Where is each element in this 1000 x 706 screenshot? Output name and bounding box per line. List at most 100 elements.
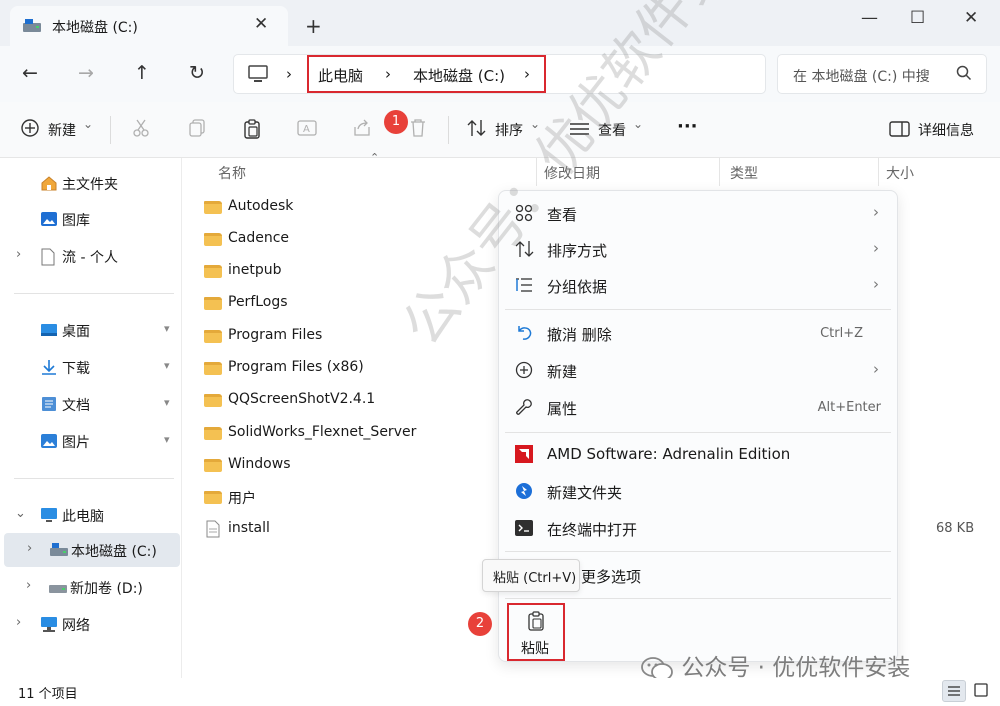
sidebar-item-gallery[interactable]: 图库 (0, 202, 182, 236)
cut-icon[interactable] (131, 118, 151, 142)
menu-item-view[interactable]: 查看 › (499, 196, 899, 232)
menu-item-amd-software[interactable]: AMD Software: Adrenalin Edition (499, 437, 899, 473)
sidebar-item-network[interactable]: › 网络 (0, 607, 182, 641)
column-header-type[interactable]: 类型 (730, 163, 758, 183)
sidebar-item-label: 图片 (62, 435, 90, 451)
sidebar-item-downloads[interactable]: 下载 ▾ (0, 350, 182, 384)
sidebar-item-new-volume-d[interactable]: › 新加卷 (D:) (0, 570, 182, 604)
copy-icon[interactable] (187, 118, 207, 142)
refresh-button[interactable]: ↻ (189, 62, 205, 84)
chevron-right-icon[interactable]: › (26, 578, 31, 593)
file-row[interactable]: Program Files (x86) (202, 353, 502, 383)
file-row[interactable]: Cadence (202, 224, 502, 254)
file-row[interactable]: 用户 (202, 482, 502, 512)
details-button[interactable]: 详细信息 (918, 120, 974, 140)
sidebar-item-documents[interactable]: 文档 ▾ (0, 387, 182, 421)
sidebar-item-pictures[interactable]: 图片 ▾ (0, 424, 182, 458)
sidebar-item-desktop[interactable]: 桌面 ▾ (0, 313, 182, 347)
sidebar-item-label: 本地磁盘 (C:) (71, 544, 157, 560)
column-header-name[interactable]: 名称 (218, 163, 246, 183)
title-bar: 本地磁盘 (C:) ✕ + — ☐ ✕ (0, 0, 1000, 46)
maximize-button[interactable]: ☐ (910, 8, 925, 28)
menu-item-new-folder[interactable]: 新建文件夹 (499, 474, 899, 510)
tab-local-disk[interactable]: 本地磁盘 (C:) ✕ (10, 6, 288, 46)
up-button[interactable]: ↑ (134, 62, 150, 84)
network-icon (40, 616, 58, 636)
sidebar-item-label: 主文件夹 (62, 177, 118, 193)
file-row[interactable]: Autodesk (202, 192, 502, 222)
file-name: Program Files (x86) (228, 359, 364, 375)
wechat-watermark: 公众号 · 优优软件安装 (640, 648, 910, 682)
new-tab-button[interactable]: + (305, 14, 322, 38)
folder-icon (204, 491, 222, 504)
new-button[interactable]: 新建 (48, 120, 76, 140)
search-input[interactable]: 在 本地磁盘 (C:) 中搜 (793, 66, 943, 86)
menu-item-undo[interactable]: 撤消 删除 Ctrl+Z (499, 316, 899, 352)
delete-icon[interactable] (408, 118, 428, 142)
tiles-view-button[interactable] (970, 680, 994, 702)
file-row[interactable]: QQScreenShotV2.4.1 (202, 385, 502, 415)
search-box[interactable]: 在 本地磁盘 (C:) 中搜 (777, 54, 987, 94)
pin-icon[interactable]: ▾ (164, 359, 170, 372)
sidebar-item-stream[interactable]: › 流 - 个人 (0, 239, 182, 273)
file-name: Program Files (228, 327, 323, 343)
menu-item-open-terminal[interactable]: 在终端中打开 (499, 511, 899, 547)
menu-item-sort[interactable]: 排序方式 › (499, 232, 899, 268)
file-row[interactable]: Windows (202, 450, 502, 480)
paste-button[interactable]: 粘贴 (507, 603, 565, 661)
file-row[interactable]: install (202, 514, 502, 544)
file-name: 用户 (228, 491, 256, 507)
close-window-button[interactable]: ✕ (964, 8, 978, 28)
pin-icon[interactable]: ▾ (164, 433, 170, 446)
menu-item-properties[interactable]: 属性 Alt+Enter (499, 390, 899, 426)
rename-icon[interactable]: A (297, 118, 319, 142)
menu-item-label: 分组依据 (547, 278, 608, 296)
chevron-right-icon[interactable]: › (16, 615, 21, 630)
details-pane-icon (889, 121, 911, 141)
chevron-right-icon[interactable]: › (16, 247, 21, 262)
paste-icon[interactable] (242, 118, 262, 144)
chevron-down-icon: ⌄ (530, 117, 541, 131)
menu-item-new[interactable]: 新建 › (499, 353, 899, 389)
file-row[interactable]: Program Files (202, 321, 502, 351)
sidebar-item-local-disk-c[interactable]: › 本地磁盘 (C:) (4, 533, 180, 567)
menu-item-label: 属性 (547, 400, 578, 418)
tab-close-icon[interactable]: ✕ (254, 14, 268, 34)
sidebar-item-label: 此电脑 (62, 509, 104, 525)
column-header-size[interactable]: 大小 (886, 163, 914, 183)
paste-icon (527, 611, 545, 635)
minimize-button[interactable]: — (861, 8, 878, 28)
column-divider[interactable] (878, 158, 879, 186)
column-divider[interactable] (719, 158, 720, 186)
menu-item-label: 排序方式 (547, 242, 608, 260)
chevron-down-icon[interactable]: ⌄ (15, 506, 26, 521)
pin-icon[interactable]: ▾ (164, 322, 170, 335)
forward-button[interactable]: → (78, 62, 94, 84)
file-row[interactable]: PerfLogs (202, 288, 502, 318)
sidebar-divider (14, 478, 174, 479)
view-button[interactable]: 查看 (598, 120, 626, 140)
file-row[interactable]: inetpub (202, 256, 502, 286)
chevron-right-icon: › (873, 275, 879, 293)
drive-icon (49, 542, 69, 562)
file-row[interactable]: SolidWorks_Flexnet_Server (202, 418, 502, 448)
back-button[interactable]: ← (22, 62, 38, 84)
step-badge-2: 2 (468, 612, 492, 636)
chevron-right-icon[interactable]: › (27, 541, 32, 556)
pin-icon[interactable]: ▾ (164, 396, 170, 409)
sort-button[interactable]: 排序 (495, 120, 523, 140)
menu-item-group[interactable]: 分组依据 › (499, 268, 899, 304)
column-header-modified[interactable]: 修改日期 (544, 163, 600, 183)
column-divider[interactable] (536, 158, 537, 186)
file-size: 68 KB (936, 521, 975, 536)
share-icon[interactable] (352, 118, 372, 142)
sidebar-item-this-pc[interactable]: ⌄ 此电脑 (0, 498, 182, 532)
status-bar: 11 个项目 (0, 678, 1000, 706)
sidebar-item-home[interactable]: 主文件夹 (0, 166, 182, 200)
new-folder-icon (515, 482, 533, 504)
sidebar-item-label: 新加卷 (D:) (70, 581, 143, 597)
chevron-down-icon: ⌄ (633, 117, 644, 131)
file-name: QQScreenShotV2.4.1 (228, 391, 376, 407)
details-view-button[interactable] (942, 680, 966, 702)
more-options-button[interactable]: ··· (677, 116, 698, 137)
